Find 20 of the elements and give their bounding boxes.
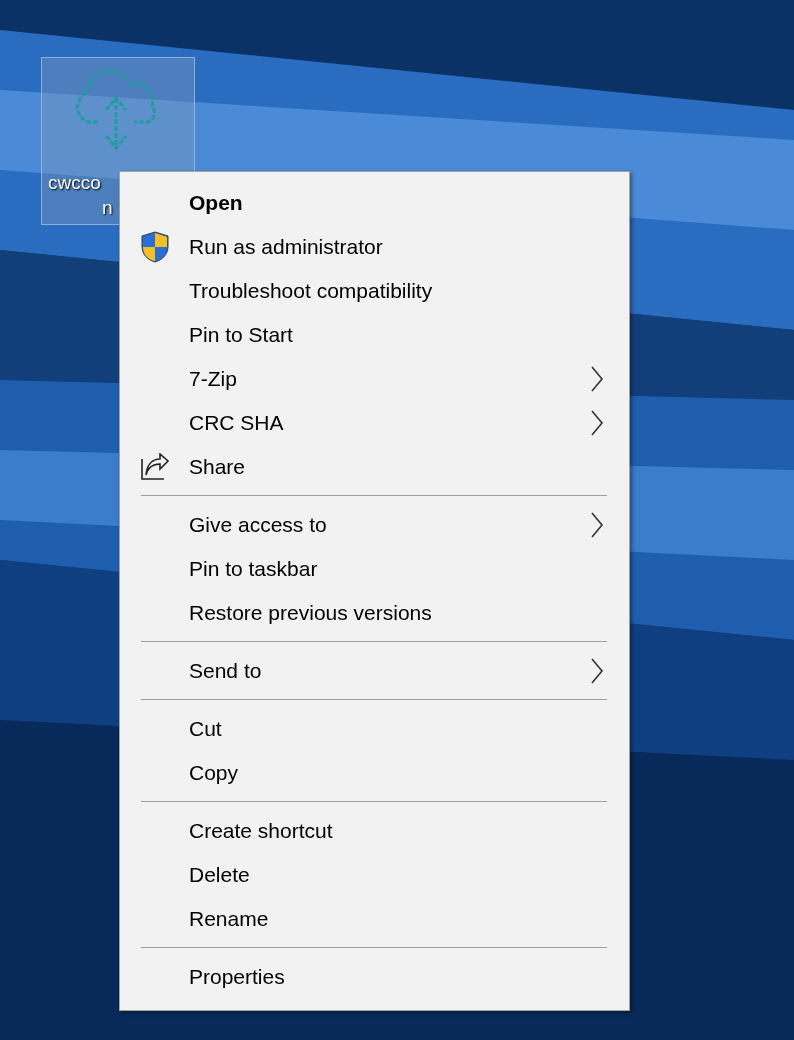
menu-item[interactable]: Give access to: [120, 503, 629, 547]
menu-item[interactable]: Send to: [120, 649, 629, 693]
icon-label: cwcco: [48, 173, 101, 192]
share-icon: [140, 453, 170, 481]
menu-item[interactable]: Create shortcut: [120, 809, 629, 853]
menu-item[interactable]: Rename: [120, 897, 629, 941]
menu-item[interactable]: Cut: [120, 707, 629, 751]
menu-item[interactable]: Share: [120, 445, 629, 489]
menu-item[interactable]: Troubleshoot compatibility: [120, 269, 629, 313]
shield-icon: [140, 231, 170, 263]
menu-item[interactable]: Restore previous versions: [120, 591, 629, 635]
menu-item[interactable]: Copy: [120, 751, 629, 795]
icon-label: n: [102, 198, 113, 217]
menu-item[interactable]: Delete: [120, 853, 629, 897]
menu-item[interactable]: Pin to taskbar: [120, 547, 629, 591]
menu-item[interactable]: Properties: [120, 955, 629, 999]
menu-item[interactable]: Pin to Start: [120, 313, 629, 357]
menu-item[interactable]: 7-Zip: [120, 357, 629, 401]
menu-item[interactable]: Run as administrator: [120, 225, 629, 269]
menu-item[interactable]: CRC SHA: [120, 401, 629, 445]
